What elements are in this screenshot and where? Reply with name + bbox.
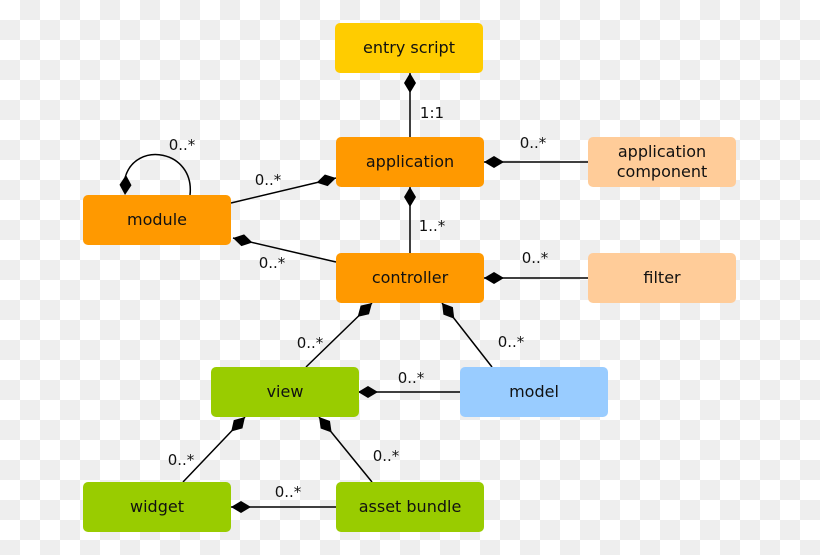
node-controller: controller (336, 253, 484, 303)
multiplicity-label: 1..* (418, 217, 446, 235)
composition-diamond-icon (119, 175, 132, 195)
composition-diamond-icon (233, 234, 253, 247)
composition-diamond-icon (484, 156, 504, 168)
node-appcomp: application component (588, 137, 736, 187)
node-view: view (211, 367, 359, 417)
multiplicity-label: 0..* (296, 334, 324, 352)
node-application: application (336, 137, 484, 187)
multiplicity-label: 0..* (397, 369, 425, 387)
composition-diamond-icon (357, 303, 372, 317)
multiplicity-label: 0..* (258, 254, 286, 272)
multiplicity-label: 0..* (254, 171, 282, 189)
composition-diamond-icon (231, 417, 245, 432)
node-entry: entry script (335, 23, 483, 73)
multiplicity-label: 0..* (519, 134, 547, 152)
node-module: module (83, 195, 231, 245)
multiplicity-label: 0..* (497, 333, 525, 351)
composition-diamond-icon (316, 174, 336, 187)
edge-module-to-module (124, 153, 191, 196)
multiplicity-label: 0..* (372, 447, 400, 465)
node-model: model (460, 367, 608, 417)
node-widget: widget (83, 482, 231, 532)
multiplicity-label: 0..* (168, 136, 196, 154)
composition-diamond-icon (404, 187, 416, 207)
node-asset: asset bundle (336, 482, 484, 532)
composition-diamond-icon (319, 417, 332, 433)
multiplicity-label: 1:1 (419, 104, 445, 122)
composition-diamond-icon (442, 303, 455, 319)
composition-diamond-icon (358, 386, 378, 398)
multiplicity-label: 0..* (274, 483, 302, 501)
composition-diamond-icon (231, 501, 251, 513)
multiplicity-label: 0..* (167, 451, 195, 469)
composition-diamond-icon (484, 272, 504, 284)
multiplicity-label: 0..* (521, 249, 549, 267)
composition-diamond-icon (404, 73, 416, 93)
node-filter: filter (588, 253, 736, 303)
